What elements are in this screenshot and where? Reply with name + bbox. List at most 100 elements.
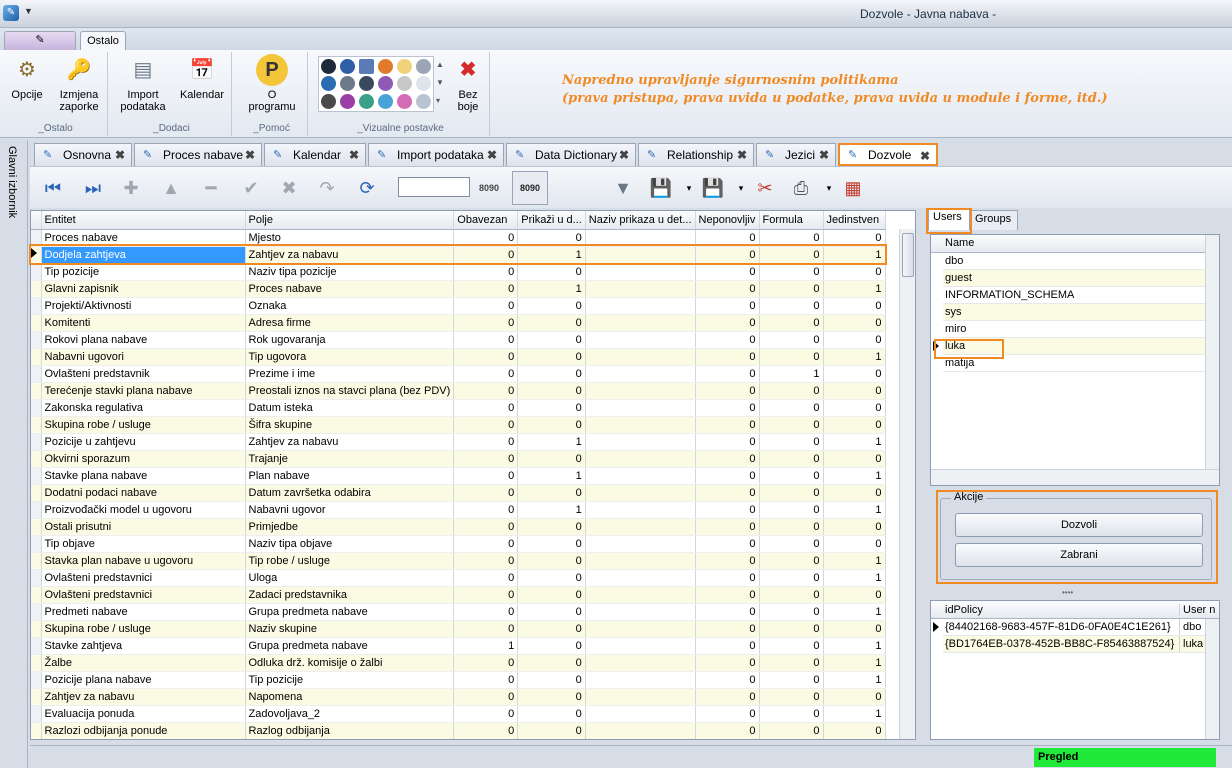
table-cell[interactable]: 1 [759, 365, 824, 383]
table-cell[interactable]: 0 [453, 535, 519, 553]
table-cell[interactable]: 0 [517, 586, 586, 604]
table-cell[interactable]: 0 [695, 705, 760, 723]
table-cell[interactable]: 0 [823, 586, 886, 604]
table-cell[interactable]: 0 [453, 280, 519, 298]
table-cell[interactable]: 0 [453, 603, 519, 621]
table-cell[interactable]: 0 [823, 450, 886, 468]
table-cell[interactable] [585, 297, 696, 315]
dropdown-arrow-icon[interactable]: ▾ [676, 175, 702, 201]
table-cell[interactable] [585, 365, 696, 383]
table-cell[interactable]: Ovlašteni predstavnik [41, 365, 246, 383]
table-cell[interactable]: 0 [823, 620, 886, 638]
table-cell[interactable]: Tip robe / usluge [245, 552, 455, 570]
scrollbar-thumb[interactable] [902, 233, 914, 277]
table-cell[interactable]: 1 [823, 671, 886, 689]
table-cell[interactable]: 0 [823, 518, 886, 536]
user-list-item[interactable]: dbo [943, 253, 1205, 270]
splitter-grip[interactable]: •••• [1062, 588, 1073, 597]
kalendar-button[interactable]: 📅 Kalendar [178, 54, 226, 101]
table-cell[interactable]: 0 [759, 280, 824, 298]
table-cell[interactable]: 0 [759, 535, 824, 553]
table-cell[interactable]: Zakonska regulativa [41, 399, 246, 417]
policy-user-cell[interactable]: luka [1179, 636, 1203, 652]
table-cell[interactable]: 0 [759, 586, 824, 604]
table-row[interactable]: Rokovi plana nabave Rok ugovaranja 0 0 0 0 0 [31, 331, 886, 349]
table-cell[interactable]: 0 [823, 416, 886, 434]
table-cell[interactable]: Terećenje stavki plana nabave [41, 382, 246, 400]
skin-swatch[interactable] [378, 59, 393, 74]
table-cell[interactable]: 0 [759, 518, 824, 536]
skin-swatch[interactable] [340, 93, 355, 109]
table-cell[interactable]: 0 [759, 331, 824, 349]
table-row[interactable]: Zahtjev za nabavu Napomena 0 0 0 0 0 [31, 688, 886, 706]
table-cell[interactable]: 0 [759, 705, 824, 723]
close-icon[interactable]: ✖ [487, 148, 497, 162]
user-list-item[interactable]: guest [943, 270, 1205, 287]
table-cell[interactable]: 0 [517, 654, 586, 672]
table-cell[interactable]: 0 [695, 586, 760, 604]
table-cell[interactable]: 1 [517, 467, 586, 485]
cancel-edit-icon[interactable]: ✖ [276, 175, 302, 201]
policy-row[interactable]: {BD1764EB-0378-452B-BB8C-F85463887524} lu… [943, 636, 1205, 653]
app-icon[interactable]: ✎ [3, 5, 19, 21]
table-cell[interactable]: Okvirni sporazum [41, 450, 246, 468]
table-cell[interactable]: 1 [823, 569, 886, 587]
table-cell[interactable]: 0 [695, 569, 760, 587]
table-row[interactable]: Projekti/Aktivnosti Oznaka 0 0 0 0 0 [31, 297, 886, 315]
policy-user-cell[interactable]: dbo [1179, 619, 1201, 635]
skin-swatch[interactable] [340, 59, 355, 74]
tab-groups[interactable]: Groups [970, 210, 1018, 230]
table-cell[interactable]: 1 [517, 280, 586, 298]
table-row[interactable]: Predmeti nabave Grupa predmeta nabave 0 0 0 0… [31, 603, 886, 621]
table-row[interactable]: Nabavni ugovori Tip ugovora 0 0 0 0 1 [31, 348, 886, 366]
table-cell[interactable]: 0 [759, 637, 824, 655]
table-cell[interactable]: 1 [823, 637, 886, 655]
table-cell[interactable]: Zahtjev za nabavu [245, 433, 455, 451]
row-indicator[interactable] [31, 382, 42, 400]
close-icon[interactable]: ✖ [245, 148, 255, 162]
column-header[interactable]: Naziv prikaza u det... [585, 211, 696, 230]
table-cell[interactable]: 0 [453, 484, 519, 502]
table-cell[interactable]: 1 [517, 501, 586, 519]
table-cell[interactable]: Pozicije u zahtjevu [41, 433, 246, 451]
tab-relationship[interactable]: ✎ Relationship ✖ [638, 143, 754, 166]
close-icon[interactable]: ✖ [819, 148, 829, 162]
table-cell[interactable]: 0 [453, 501, 519, 519]
table-cell[interactable]: 0 [453, 518, 519, 536]
table-cell[interactable]: 0 [517, 722, 586, 739]
table-row[interactable]: Tip objave Naziv tipa objave 0 0 0 0 0 [31, 535, 886, 553]
table-cell[interactable]: Dodatni podaci nabave [41, 484, 246, 502]
table-cell[interactable]: Skupina robe / usluge [41, 620, 246, 638]
table-row[interactable]: Zakonska regulativa Datum isteka 0 0 0 0 0 [31, 399, 886, 417]
column-header[interactable]: Jedinstven [823, 211, 886, 230]
table-cell[interactable]: 1 [517, 433, 586, 451]
skin-swatch[interactable] [416, 93, 431, 109]
row-indicator[interactable] [31, 365, 42, 383]
table-cell[interactable]: 1 [453, 637, 519, 655]
close-icon[interactable]: ✖ [920, 149, 930, 163]
table-cell[interactable]: 0 [453, 671, 519, 689]
table-cell[interactable] [585, 654, 696, 672]
skin-swatch[interactable] [340, 76, 355, 92]
table-cell[interactable]: 0 [695, 280, 760, 298]
table-cell[interactable]: 0 [517, 688, 586, 706]
tab-proces-nabave[interactable]: ✎ Proces nabave ✖ [134, 143, 262, 166]
table-cell[interactable]: Tip ugovora [245, 348, 455, 366]
column-header[interactable]: Neponovljiv [695, 211, 760, 230]
table-cell[interactable]: 0 [759, 722, 824, 739]
grid-layout-icon[interactable]: ▦ [840, 175, 866, 201]
table-row[interactable]: Glavni zapisnik Proces nabave 0 1 0 0 1 [31, 280, 886, 298]
table-cell[interactable] [585, 433, 696, 451]
table-cell[interactable]: 0 [453, 348, 519, 366]
skin-swatch[interactable] [359, 59, 374, 74]
table-cell[interactable]: 0 [517, 671, 586, 689]
table-cell[interactable]: 0 [695, 365, 760, 383]
row-indicator[interactable] [31, 484, 42, 502]
column-header[interactable]: Formula [759, 211, 824, 230]
table-cell[interactable]: 1 [823, 348, 886, 366]
table-cell[interactable]: 0 [823, 263, 886, 281]
table-cell[interactable]: 0 [453, 399, 519, 417]
table-cell[interactable] [585, 637, 696, 655]
table-cell[interactable] [585, 348, 696, 366]
delete-record-icon[interactable]: ━ [198, 175, 224, 201]
